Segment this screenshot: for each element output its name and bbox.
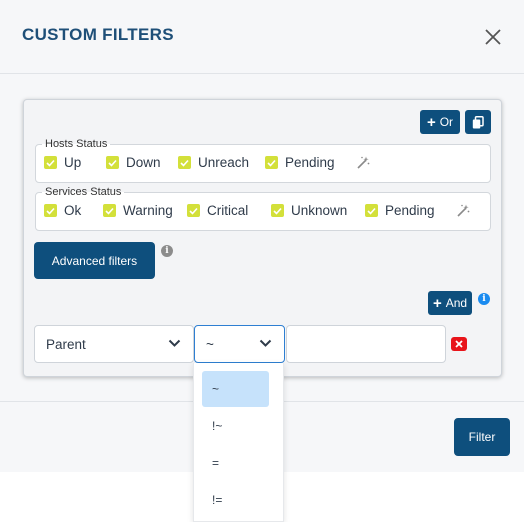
value-input[interactable] [286,325,446,363]
checkbox-service-pending[interactable]: Pending [365,203,435,218]
and-label: And [445,296,468,310]
operator-option[interactable]: != [202,482,269,518]
add-and-button[interactable]: + And [428,291,472,315]
check-icon [271,204,284,217]
check-icon [265,156,278,169]
magic-wand-icon[interactable] [456,204,470,218]
remove-condition-button[interactable] [451,337,467,351]
advanced-filters-button[interactable]: Advanced filters [34,242,155,279]
checkbox-service-warning[interactable]: Warning [103,203,173,218]
plus-icon: + [432,294,442,312]
check-icon [44,204,57,217]
copy-icon [472,115,484,128]
operator-select[interactable]: ~ [194,325,285,363]
check-icon [44,156,57,169]
checkbox-label: Warning [123,203,173,218]
check-icon [103,204,116,217]
checkbox-host-up[interactable]: Up [44,155,81,170]
info-icon[interactable]: i [478,293,490,305]
magic-wand-icon[interactable] [356,156,370,170]
checkbox-label: Unknown [291,203,348,218]
checkbox-host-unreach[interactable]: Unreach [178,155,249,170]
checkbox-label: Ok [64,203,82,218]
services-status-legend: Services Status [42,185,125,199]
copy-button[interactable] [465,110,491,134]
checkbox-service-unknown[interactable]: Unknown [271,203,347,218]
hosts-status-group: Hosts Status Up Down Unreach Pending [35,137,491,183]
checkbox-label: Pending [385,203,435,218]
checkbox-host-pending[interactable]: Pending [265,155,335,170]
chevron-down-icon [259,339,272,347]
chevron-down-icon [168,339,181,347]
operator-option[interactable]: !~ [202,408,269,444]
plus-icon: + [426,113,436,131]
checkbox-service-critical[interactable]: Critical [187,203,248,218]
operator-dropdown-menu: ~ !~ = != [193,363,284,522]
hosts-status-legend: Hosts Status [42,137,111,151]
field-select[interactable]: Parent [34,325,194,363]
field-select-value: Parent [46,336,86,352]
modal-header: CUSTOM FILTERS [0,0,524,74]
info-icon[interactable]: i [161,245,173,257]
checkbox-host-down[interactable]: Down [106,155,161,170]
modal-title: CUSTOM FILTERS [22,25,174,44]
operator-option[interactable]: ~ [202,371,269,407]
check-icon [106,156,119,169]
checkbox-label: Unreach [198,155,250,170]
check-icon [187,204,200,217]
checkbox-label: Down [126,155,161,170]
check-icon [178,156,191,169]
close-button[interactable] [482,26,504,48]
operator-select-value: ~ [206,336,214,352]
or-label: Or [439,115,454,129]
remove-x-icon [455,340,463,348]
checkbox-label: Pending [285,155,335,170]
checkbox-label: Up [64,155,82,170]
services-status-group: Services Status Ok Warning Critical Unkn… [35,185,491,231]
operator-option[interactable]: = [202,445,269,481]
filter-button[interactable]: Filter [454,418,510,456]
checkbox-service-ok[interactable]: Ok [44,203,81,218]
add-or-button[interactable]: + Or [420,110,460,134]
check-icon [365,204,378,217]
close-icon [485,29,501,45]
filter-group-card: + Or Hosts Status Up Down Unreach Pendin… [23,99,502,377]
checkbox-label: Critical [207,203,249,218]
